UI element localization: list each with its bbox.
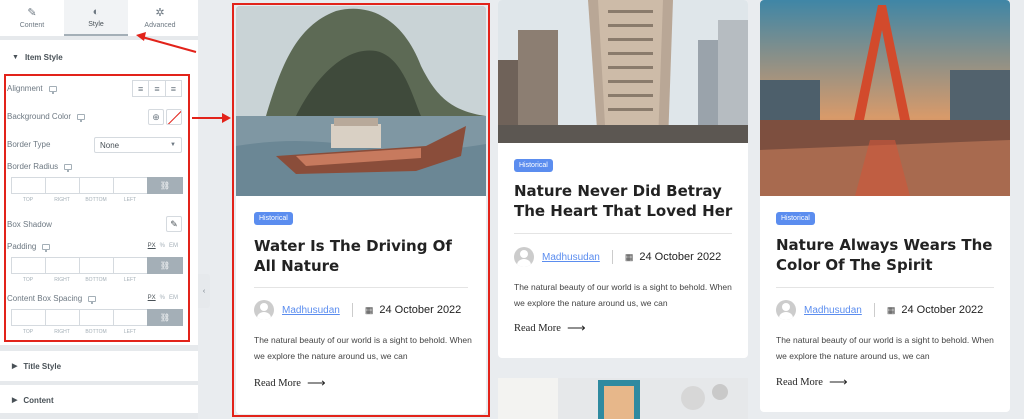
arrowhead-icon [136,32,146,41]
annotation-arrow-to-style-tab [141,36,197,53]
annotation-arrows [136,32,231,123]
arrowhead-icon [222,113,231,123]
